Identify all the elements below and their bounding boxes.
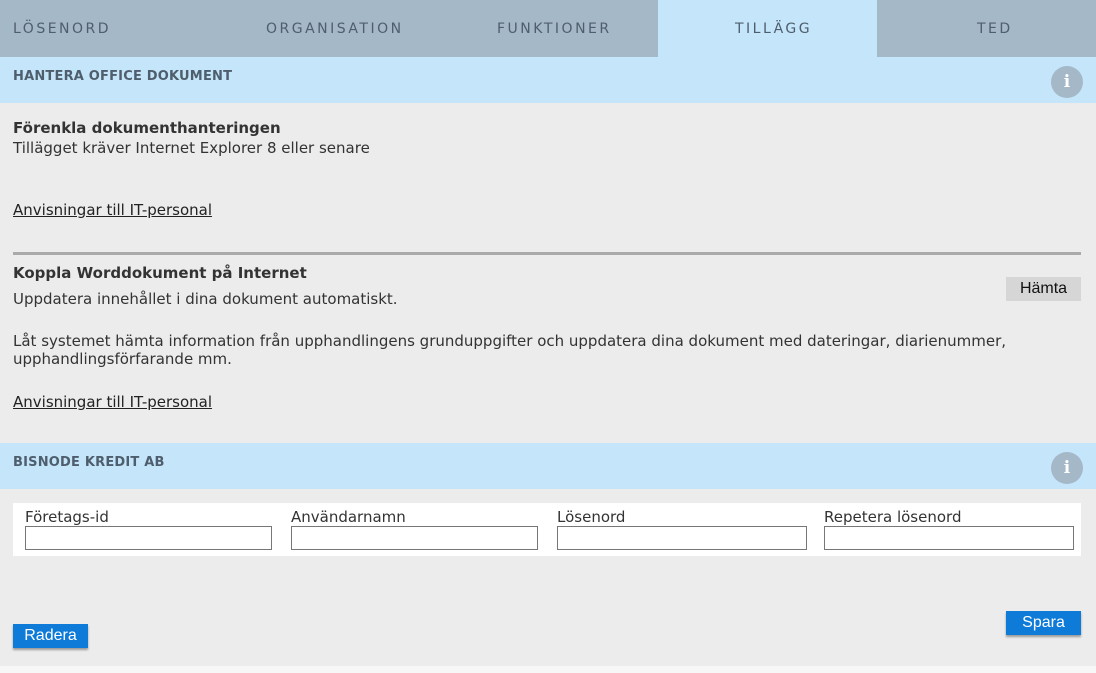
info-icon[interactable]: i [1051,452,1083,484]
section-divider [13,252,1081,255]
office-section-header: HANTERA OFFICE DOKUMENT i [0,57,1096,103]
block2-text: Uppdatera innehållet i dina dokument aut… [13,290,398,308]
password-label: Lösenord [557,508,626,526]
block2-description-line1: Låt systemet hämta information från upph… [13,332,1007,350]
hamta-button[interactable]: Hämta [1006,277,1081,301]
username-label: Användarnamn [291,508,406,526]
block1-it-instructions-link[interactable]: Anvisningar till IT-personal [13,201,212,219]
repeat-password-input[interactable] [824,526,1074,550]
bisnode-section-header: BISNODE KREDIT AB i [0,443,1096,489]
tab-organisation[interactable]: ORGANISATION [227,0,451,57]
tab-tillagg[interactable]: TILLÄGG [658,0,877,57]
tab-ted[interactable]: TED [877,0,1096,57]
block1-text: Tillägget kräver Internet Explorer 8 ell… [13,139,370,157]
page-footer-band [0,666,1096,673]
password-input[interactable] [557,526,807,550]
company-id-label: Företags-id [25,508,109,526]
office-section-title: HANTERA OFFICE DOKUMENT [13,69,233,84]
bisnode-credentials-form: Företags-id Användarnamn Lösenord Repete… [13,503,1081,556]
block2-heading: Koppla Worddokument på Internet [13,264,307,282]
save-button[interactable]: Spara [1006,611,1081,635]
block2-it-instructions-link[interactable]: Anvisningar till IT-personal [13,393,212,411]
delete-button[interactable]: Radera [13,624,88,648]
bisnode-section-title: BISNODE KREDIT AB [13,455,165,470]
tab-losenord[interactable]: LÖSENORD [0,0,227,57]
company-id-input[interactable] [25,526,272,550]
tab-bar: LÖSENORD ORGANISATION FUNKTIONER TILLÄGG… [0,0,1096,57]
tab-funktioner[interactable]: FUNKTIONER [451,0,658,57]
repeat-password-label: Repetera lösenord [824,508,962,526]
username-input[interactable] [291,526,538,550]
info-icon[interactable]: i [1051,66,1083,98]
block2-description-line2: upphandlingsförfarande mm. [13,350,232,368]
block1-heading: Förenkla dokumenthanteringen [13,119,281,137]
